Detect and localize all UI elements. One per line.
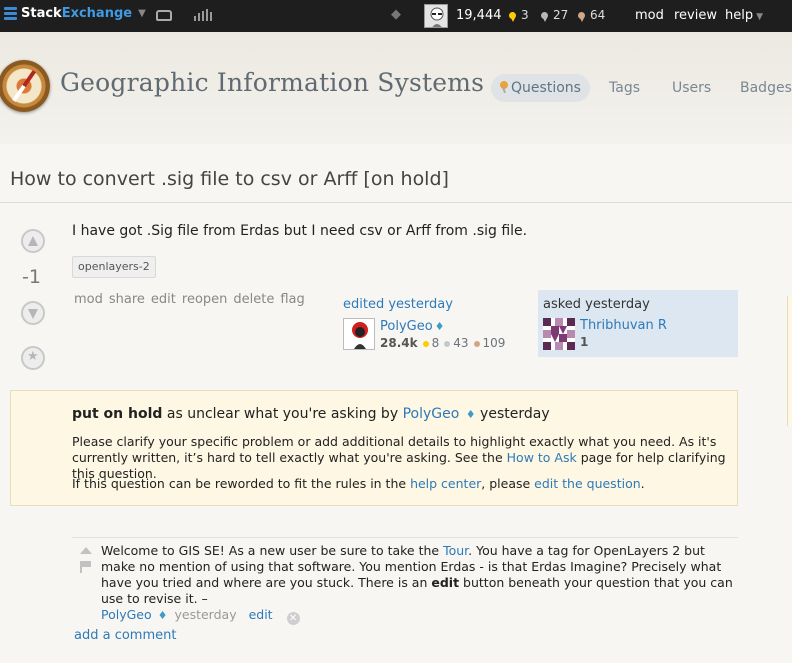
comment-upvote-icon[interactable] <box>80 547 92 554</box>
mod-link[interactable]: mod <box>635 8 664 23</box>
asker-reputation: 1 <box>580 335 589 349</box>
gold-badge-icon <box>422 341 429 347</box>
brand-exchange: Exchange <box>61 6 133 21</box>
delete-icon[interactable]: ✕ <box>286 612 300 625</box>
diamond-icon: ♦ <box>157 609 168 622</box>
delete-link[interactable]: delete <box>233 292 274 307</box>
diamond-icon[interactable]: ◆ <box>391 7 401 22</box>
post-body: I have got .Sig file from Erdas but I ne… <box>72 223 528 239</box>
brand-stack: Stack <box>21 6 62 21</box>
review-link[interactable]: review <box>674 8 717 23</box>
achievements-icon[interactable] <box>194 9 212 21</box>
comment-edit-link[interactable]: edit <box>249 607 273 622</box>
hold-user-link[interactable]: PolyGeo ♦ <box>403 406 476 422</box>
owner-signature: asked yesterday Thribhuvan R 1 <box>538 290 738 357</box>
divider <box>72 537 738 538</box>
help-menu[interactable]: help ▼ <box>725 8 763 23</box>
site-header: Geographic Information Systems Questions… <box>0 32 792 144</box>
favorite-star-icon[interactable] <box>21 346 45 370</box>
sidebar-edge <box>782 208 792 663</box>
nav-questions[interactable]: Questions <box>491 74 590 102</box>
help-center-link[interactable]: help center <box>410 476 481 491</box>
edit-link[interactable]: edit <box>151 292 176 307</box>
question-header: How to convert .sig file to csv or Arff … <box>0 144 792 208</box>
edited-time-link[interactable]: edited yesterday <box>343 297 453 312</box>
reputation-count[interactable]: 19,444 <box>456 8 502 23</box>
chevron-down-icon: ▼ <box>756 12 764 22</box>
on-hold-notice: put on hold as unclear what you're askin… <box>10 390 738 506</box>
how-to-ask-link[interactable]: How to Ask <box>507 450 577 465</box>
compass-icon[interactable] <box>0 60 50 112</box>
share-link[interactable]: share <box>109 292 145 307</box>
bronze-badge-icon <box>473 341 480 347</box>
comment: Welcome to GIS SE! As a new user be sure… <box>101 543 733 625</box>
avatar[interactable] <box>424 4 448 28</box>
sidebar-box <box>787 296 792 426</box>
hold-heading: put on hold as unclear what you're askin… <box>72 406 550 422</box>
tag-openlayers-2[interactable]: openlayers-2 <box>72 256 156 278</box>
silver-badge-icon <box>444 341 451 347</box>
stack-icon <box>4 6 17 21</box>
divider <box>0 202 792 203</box>
comment-date: yesterday <box>174 607 237 622</box>
comment-user-link[interactable]: PolyGeo ♦ <box>101 607 168 622</box>
silver-badge-icon <box>541 11 548 22</box>
asked-time: asked yesterday <box>543 297 650 312</box>
diamond-icon: ♦ <box>465 408 476 421</box>
editor-reputation: 28.4k 8 43 109 <box>380 336 506 350</box>
add-comment-link[interactable]: add a comment <box>74 628 176 643</box>
tour-link[interactable]: Tour <box>443 543 468 558</box>
editor-signature: edited yesterday PolyGeo ♦ 28.4k 8 43 109 <box>343 296 533 356</box>
hold-explanation: Please clarify your specific problem or … <box>72 434 726 481</box>
question-title[interactable]: How to convert .sig file to csv or Arff … <box>10 168 449 190</box>
asker-user-link[interactable]: Thribhuvan R <box>580 318 667 333</box>
upvote-icon[interactable] <box>21 229 45 253</box>
gold-badge-count[interactable]: 3 <box>509 8 529 22</box>
avatar[interactable] <box>543 318 575 350</box>
bronze-badge-count[interactable]: 64 <box>578 8 605 22</box>
inbox-icon[interactable] <box>156 10 172 21</box>
nav-users[interactable]: Users <box>672 80 711 96</box>
nav-badges[interactable]: Badges <box>740 80 792 96</box>
hold-reword-note: If this question can be reworded to fit … <box>72 476 645 491</box>
post-menu: mod share edit reopen delete flag <box>74 292 305 307</box>
avatar[interactable] <box>343 318 375 350</box>
downvote-icon[interactable] <box>21 301 45 325</box>
stack-exchange-menu[interactable]: Stack Exchange ▼ <box>4 6 146 21</box>
pin-icon <box>500 81 509 89</box>
gold-badge-icon <box>509 11 516 22</box>
flag-link[interactable]: flag <box>280 292 304 307</box>
top-bar: Stack Exchange ▼ ◆ 19,444 3 27 64 mod rev… <box>0 0 792 32</box>
editor-user-link[interactable]: PolyGeo ♦ <box>380 319 445 334</box>
chevron-down-icon: ▼ <box>138 8 146 19</box>
silver-badge-count[interactable]: 27 <box>541 8 568 22</box>
flag-icon[interactable] <box>80 561 91 573</box>
mod-menu-link[interactable]: mod <box>74 292 103 307</box>
reopen-link[interactable]: reopen <box>182 292 228 307</box>
bronze-badge-icon <box>578 11 585 22</box>
nav-tags[interactable]: Tags <box>609 80 640 96</box>
vote-count: -1 <box>22 266 41 288</box>
site-title[interactable]: Geographic Information Systems <box>60 68 484 97</box>
edit-question-link[interactable]: edit the question <box>534 476 640 491</box>
diamond-icon: ♦ <box>434 320 445 333</box>
